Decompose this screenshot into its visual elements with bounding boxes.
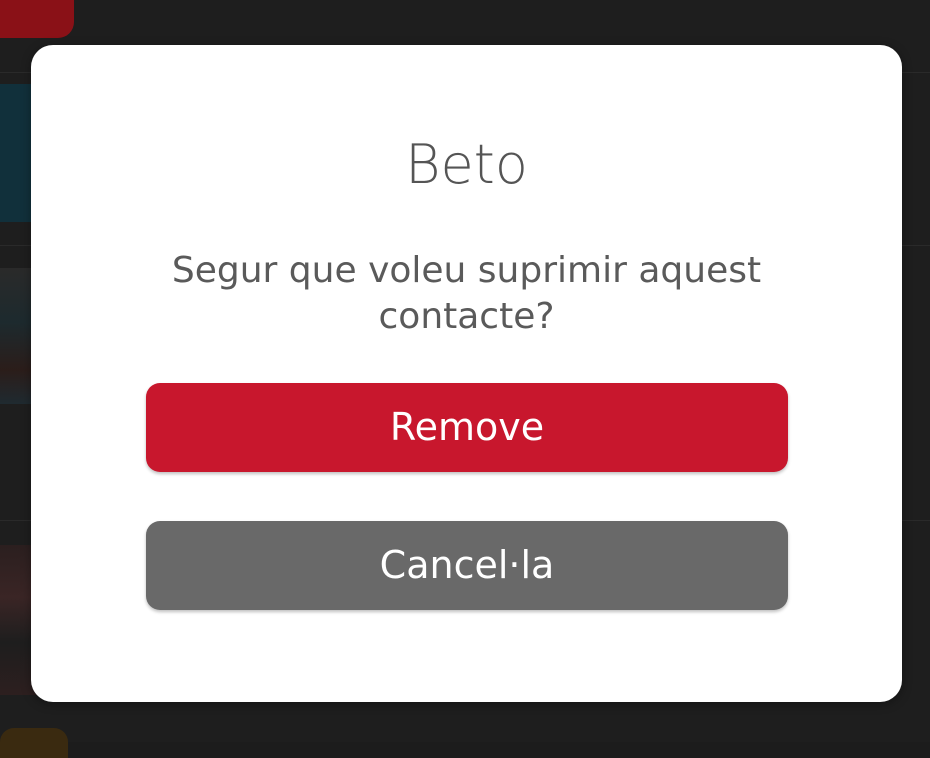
background-bottom-button bbox=[0, 728, 68, 758]
cancel-button[interactable]: Cancel·la bbox=[146, 521, 788, 610]
dialog-message: Segur que voleu suprimir aquest contacte… bbox=[171, 250, 762, 337]
remove-button[interactable]: Remove bbox=[146, 383, 788, 472]
dialog-title: Beto bbox=[405, 133, 528, 196]
background-header-button bbox=[0, 0, 74, 38]
confirm-delete-dialog: Beto Segur que voleu suprimir aquest con… bbox=[31, 45, 902, 702]
